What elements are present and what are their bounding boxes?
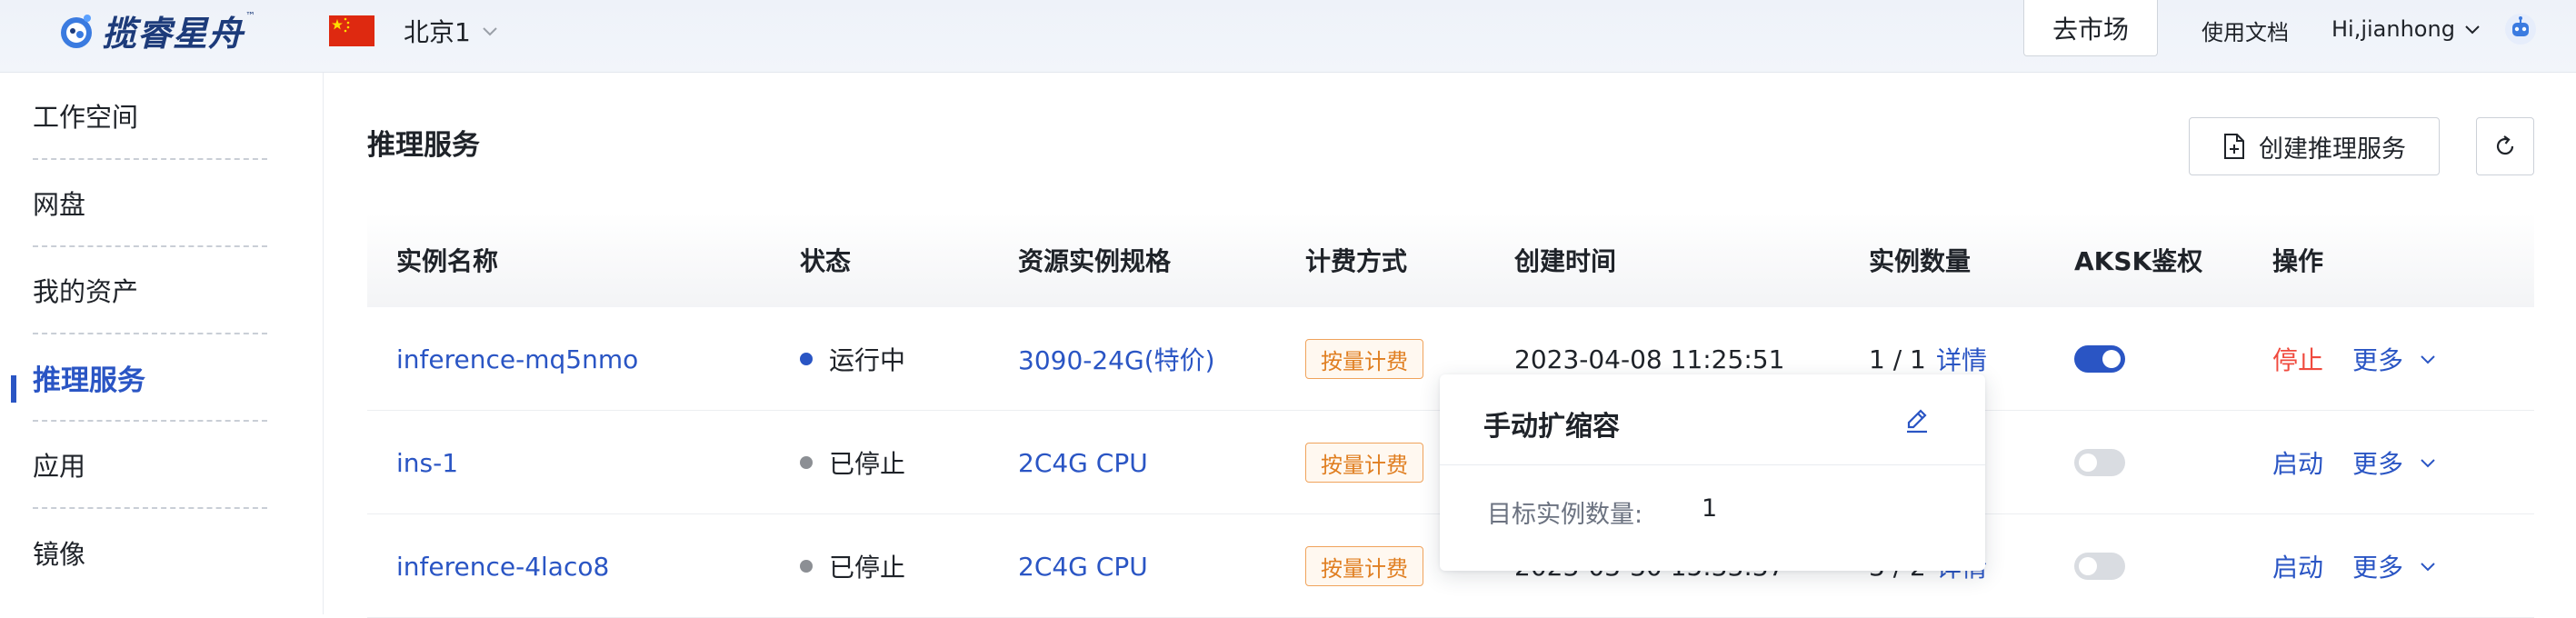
region-label: 北京1: [404, 17, 471, 47]
china-flag-icon: [329, 15, 374, 46]
target-count-value: 1: [1702, 494, 1718, 523]
user-greeting: Hi,jianhong: [2331, 16, 2455, 42]
chevron-down-icon: [2421, 355, 2435, 364]
refresh-button[interactable]: [2476, 117, 2534, 175]
start-button[interactable]: 启动: [2272, 411, 2323, 514]
sidebar-item-label: 推理服务: [33, 364, 145, 397]
spec-link[interactable]: 2C4G CPU: [1018, 411, 1148, 514]
sidebar-item-label: 应用: [33, 451, 86, 482]
billing-cell: 按量计费: [1305, 514, 1423, 618]
chevron-down-icon: [483, 27, 497, 36]
column-header-billing: 计费方式: [1305, 246, 1408, 276]
more-label: 更多: [2352, 449, 2404, 479]
more-label: 更多: [2352, 345, 2404, 375]
status-text: 已停止: [829, 553, 906, 583]
edit-pencil-icon[interactable]: [1902, 405, 1932, 436]
create-inference-button[interactable]: 创建推理服务: [2189, 117, 2440, 175]
sidebar-item-my-assets[interactable]: 我的资产: [33, 247, 267, 334]
billing-tag: 按量计费: [1305, 546, 1423, 586]
top-bar: 揽睿星舟 ™ 北京1 去市场 使用文档 Hi,jianhong: [0, 0, 2576, 73]
aksk-cell: [2074, 514, 2125, 618]
aksk-toggle[interactable]: [2074, 345, 2125, 373]
aksk-cell: [2074, 307, 2125, 411]
status-cell: 运行中: [800, 307, 905, 411]
aksk-toggle[interactable]: [2074, 449, 2125, 476]
column-header-count: 实例数量: [1869, 246, 1972, 276]
sidebar-item-label: 我的资产: [33, 276, 139, 307]
status-dot: [800, 456, 813, 469]
trademark-mark: ™: [245, 10, 256, 22]
table-header: 实例名称 状态 资源实例规格 计费方式 创建时间 实例数量 AKSK鉴权 操作: [367, 213, 2534, 307]
robot-avatar-icon[interactable]: [2504, 13, 2537, 45]
sidebar-item-images[interactable]: 镜像: [33, 509, 267, 596]
status-text: 运行中: [829, 345, 906, 375]
column-header-status: 状态: [800, 246, 852, 276]
sidebar-item-apps[interactable]: 应用: [33, 422, 267, 509]
popover-header: 手动扩缩容: [1440, 374, 1985, 465]
aksk-toggle[interactable]: [2074, 553, 2125, 580]
chevron-down-icon: [2421, 459, 2435, 468]
docs-link[interactable]: 使用文档: [2202, 15, 2289, 46]
sidebar-item-workspace[interactable]: 工作空间: [33, 73, 267, 160]
instance-name-link[interactable]: inference-4laco8: [396, 514, 609, 618]
sidebar-item-inference-service[interactable]: 推理服务: [33, 334, 267, 422]
sidebar-item-label: 工作空间: [33, 102, 139, 133]
sidebar-active-indicator: [11, 375, 16, 403]
sidebar-item-netdisk[interactable]: 网盘: [33, 160, 267, 247]
status-cell: 已停止: [800, 514, 905, 618]
spec-link[interactable]: 2C4G CPU: [1018, 514, 1148, 618]
popover-title: 手动扩缩容: [1483, 411, 1620, 443]
instance-name-link[interactable]: inference-mq5nmo: [396, 307, 638, 411]
more-menu[interactable]: 更多: [2352, 307, 2438, 411]
instance-name-link[interactable]: ins-1: [396, 411, 458, 514]
target-count-label: 目标实例数量:: [1487, 501, 1643, 529]
column-header-created: 创建时间: [1514, 246, 1617, 276]
sidebar-item-label: 镜像: [33, 539, 86, 570]
go-market-button[interactable]: 去市场: [2023, 0, 2158, 56]
chevron-down-icon: [2421, 563, 2435, 572]
logo-icon: [61, 14, 92, 48]
region-selector[interactable]: 北京1: [329, 13, 500, 49]
status-cell: 已停止: [800, 411, 905, 514]
status-text: 已停止: [829, 449, 906, 479]
status-dot: [800, 560, 813, 573]
stop-button[interactable]: 停止: [2272, 307, 2323, 411]
billing-cell: 按量计费: [1305, 411, 1423, 514]
billing-tag: 按量计费: [1305, 339, 1423, 379]
create-inference-label: 创建推理服务: [2259, 135, 2406, 164]
refresh-icon: [2496, 135, 2514, 155]
billing-tag: 按量计费: [1305, 443, 1423, 483]
column-header-name: 实例名称: [396, 246, 499, 276]
more-menu[interactable]: 更多: [2352, 411, 2438, 514]
more-label: 更多: [2352, 553, 2404, 583]
more-menu[interactable]: 更多: [2352, 514, 2438, 618]
column-header-spec: 资源实例规格: [1018, 246, 1172, 276]
logo-text: 揽睿星舟: [102, 14, 245, 54]
aksk-cell: [2074, 411, 2125, 514]
chevron-down-icon: [2465, 25, 2480, 35]
scaling-popover: 手动扩缩容 目标实例数量: 1: [1440, 374, 1985, 571]
spec-link[interactable]: 3090-24G(特价): [1018, 307, 1215, 411]
brand-logo[interactable]: 揽睿星舟 ™: [56, 5, 255, 55]
file-add-icon: [2224, 134, 2244, 159]
column-header-aksk: AKSK鉴权: [2074, 246, 2203, 276]
start-button[interactable]: 启动: [2272, 514, 2323, 618]
billing-cell: 按量计费: [1305, 307, 1423, 411]
sidebar: 工作空间 网盘 我的资产 推理服务 应用 镜像: [0, 73, 324, 614]
column-header-actions: 操作: [2272, 246, 2324, 276]
user-menu[interactable]: Hi,jianhong: [2331, 13, 2537, 45]
sidebar-item-label: 网盘: [33, 189, 86, 220]
status-dot: [800, 353, 813, 365]
page-title: 推理服务: [367, 129, 480, 162]
